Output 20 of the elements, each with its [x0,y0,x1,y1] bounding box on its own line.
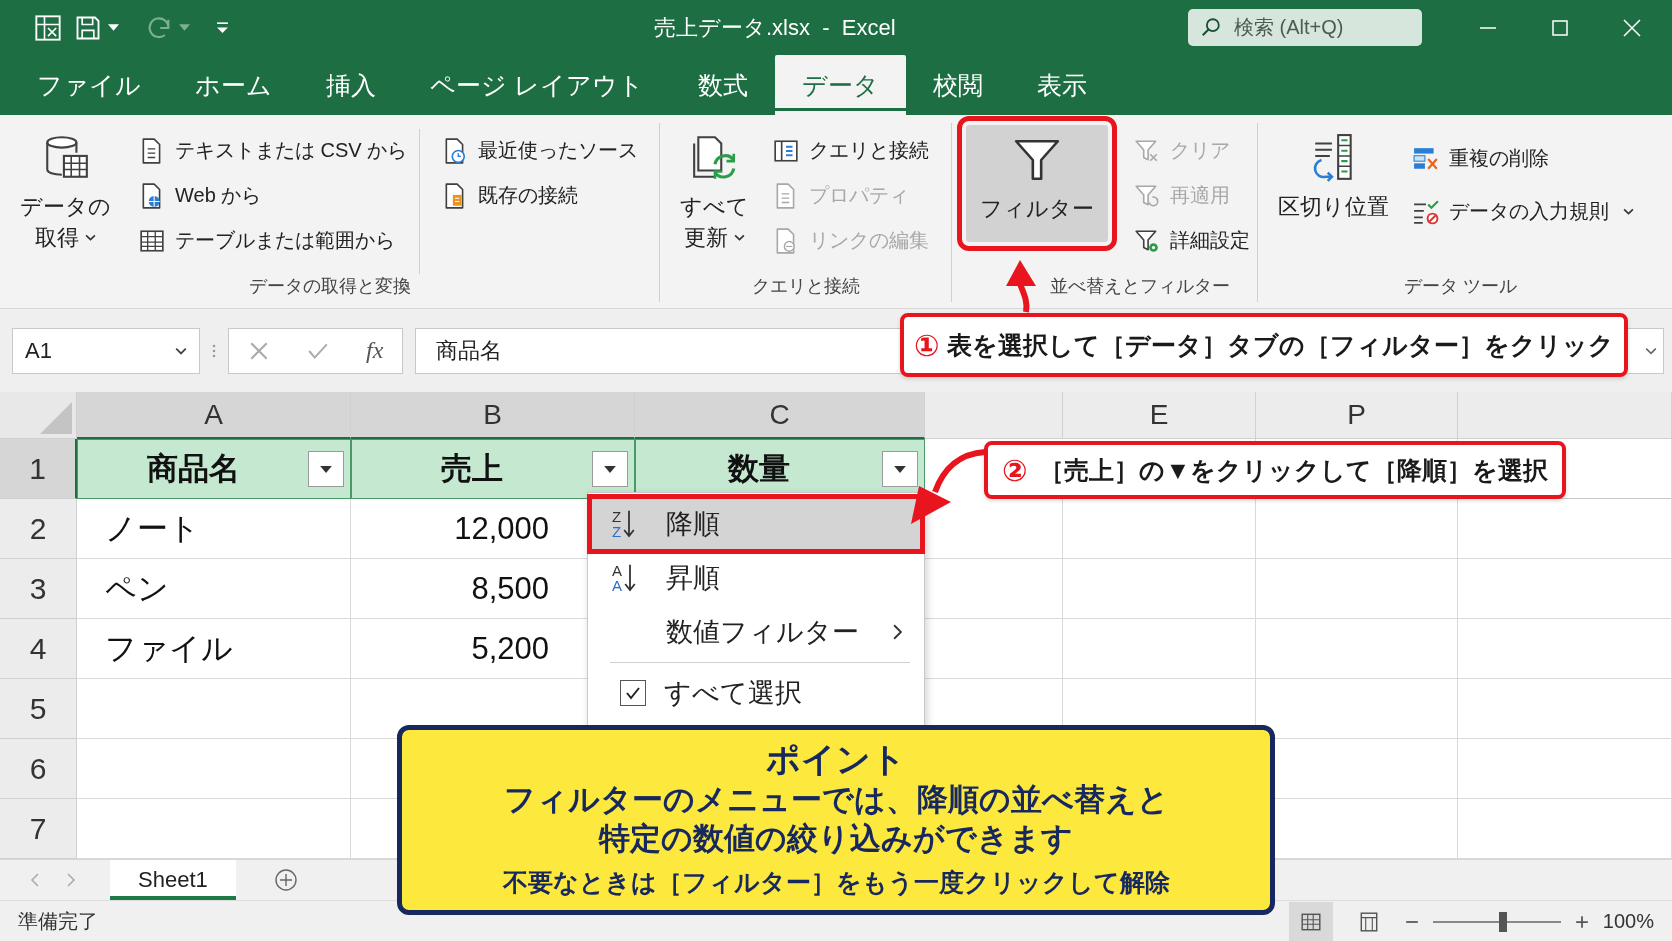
group-label: クエリと接続 [750,275,861,298]
table-cell: ノート [77,499,351,559]
header-text: 売上 [440,450,504,488]
status-text: 準備完了 [18,909,98,934]
tip-text: フィルターのメニューでは、降順の並べ替えと [503,781,1169,819]
table-cell: ペン [77,559,351,619]
table-cell: ファイル [77,619,351,679]
tip-text: 特定の数値の絞り込みができます [599,820,1073,858]
callout-text: ［売上］の▼をクリックして［降順］を選択 [1039,454,1549,486]
group-label: データ ツール [1403,275,1518,298]
tip-title: ポイント [766,739,906,780]
header-text: 数量 [726,450,791,488]
tip-note: 不要なときは［フィルター］をもう一度クリックして解除 [502,867,1170,898]
step-number: ① [914,327,940,363]
header-text: 商品名 [145,450,241,488]
callout-text: 表を選択して［データ］タブの［フィルター］をクリック [947,329,1615,361]
group-label: 並べ替えとフィルター [1048,275,1231,298]
group-label: データの取得と変換 [247,275,412,298]
step-number: ② [1002,452,1028,488]
window-title: 売上データ.xlsx - Excel [654,13,897,42]
